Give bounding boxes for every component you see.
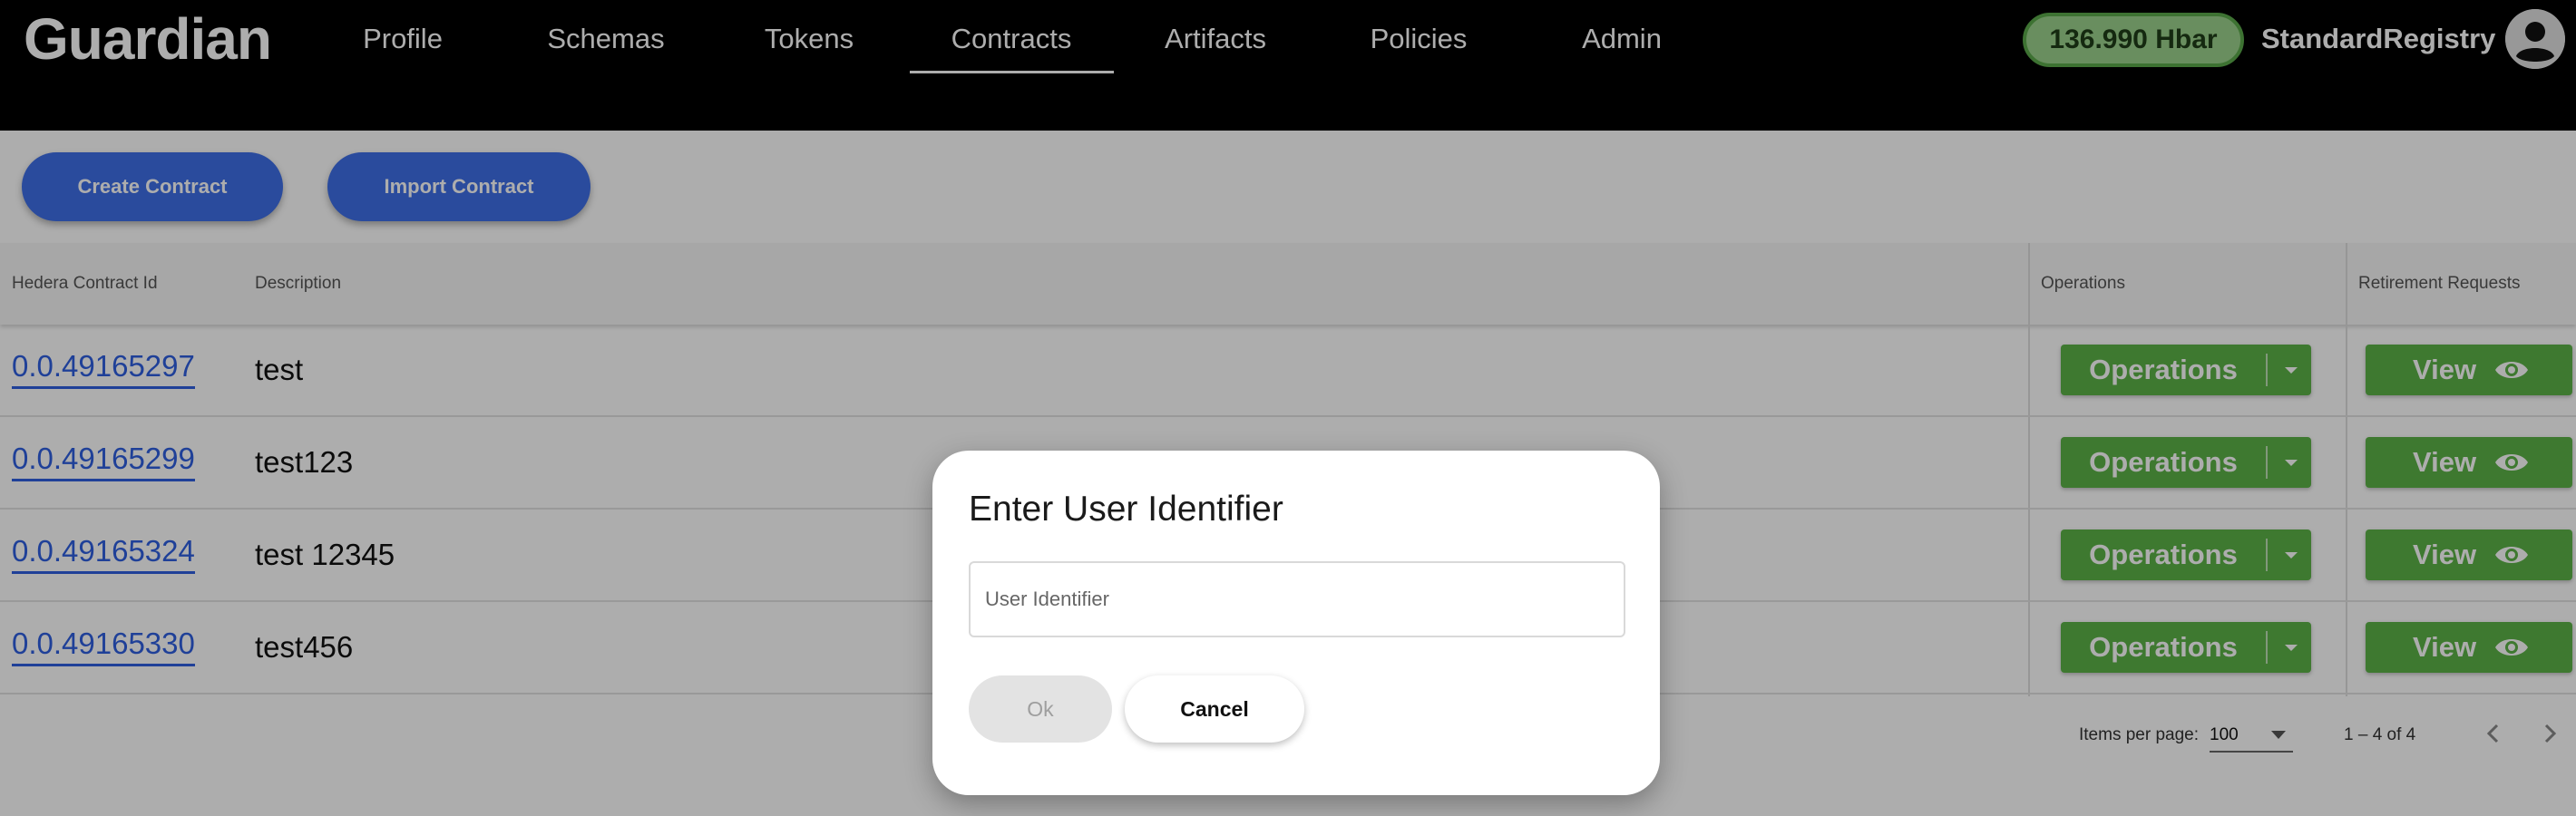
- dialog-title: Enter User Identifier: [969, 490, 1283, 529]
- user-identifier-input[interactable]: [969, 561, 1625, 637]
- user-identifier-dialog: Enter User Identifier Ok Cancel: [932, 451, 1660, 795]
- ok-button[interactable]: Ok: [969, 675, 1112, 743]
- cancel-button[interactable]: Cancel: [1125, 675, 1304, 743]
